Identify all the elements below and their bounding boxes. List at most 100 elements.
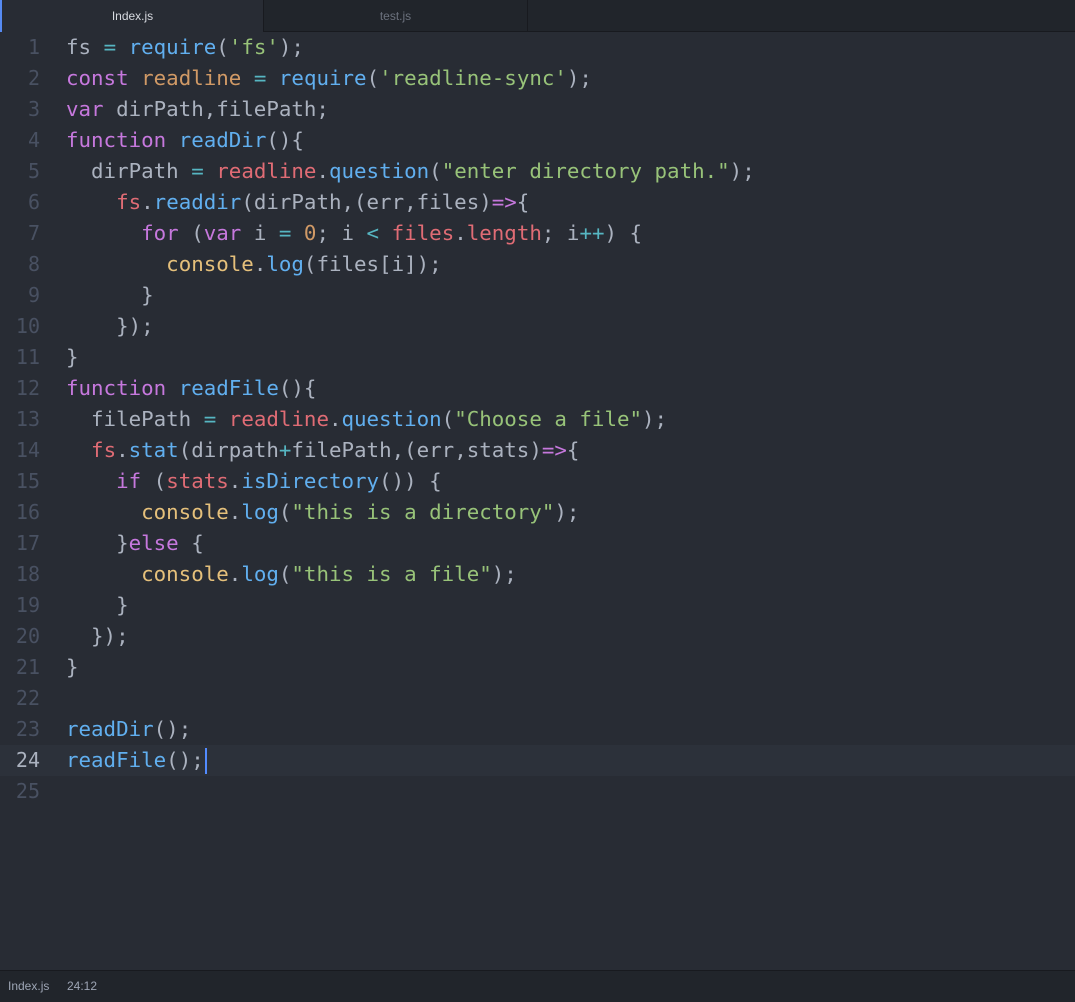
code-line[interactable]: 11} [0,342,1075,373]
code-token: = [103,35,117,59]
code-token: var [66,97,104,121]
code-token: readline [216,159,317,183]
code-token: for [141,221,179,245]
code-line[interactable]: 20 }); [0,621,1075,652]
code-token: } [66,531,129,555]
code-line[interactable]: 16 console.log("this is a directory"); [0,497,1075,528]
code-line[interactable]: 21} [0,652,1075,683]
code-token: log [241,562,279,586]
code-token: }); [66,314,154,338]
code-token: ( [141,469,167,493]
code-token: log [241,500,279,524]
code-token: "this is a directory" [291,500,555,524]
line-code: console.log("this is a file"); [66,559,517,590]
code-token: 'readline-sync' [379,66,567,90]
code-token: isDirectory [241,469,380,493]
line-number: 1 [27,35,40,59]
code-token: { [516,190,530,214]
line-code: readFile(); [66,745,207,776]
code-token: } [66,655,79,679]
status-file-name[interactable]: Index.js [8,971,49,1001]
code-line[interactable]: 18 console.log("this is a file"); [0,559,1075,590]
code-token: readFile [66,748,167,772]
code-line[interactable]: 19 } [0,590,1075,621]
line-number: 13 [15,407,40,431]
code-token: ( [278,562,292,586]
code-token: } [66,593,129,617]
code-line[interactable]: 5 dirPath = readline.question("enter dir… [0,156,1075,187]
code-token: "this is a file" [291,562,492,586]
line-code: } [66,652,79,683]
code-token: . [116,438,129,462]
line-number: 6 [27,190,40,214]
code-line[interactable]: 14 fs.stat(dirpath+filePath,(err,stats)=… [0,435,1075,466]
code-line[interactable]: 17 }else { [0,528,1075,559]
line-number: 19 [15,593,40,617]
code-line[interactable]: 3 var dirPath,filePath; [0,94,1075,125]
code-token: ( [178,221,204,245]
code-token: const [66,66,129,90]
code-line[interactable]: 1 fs = require('fs'); [0,32,1075,63]
code-token: ); [278,35,304,59]
code-line[interactable]: 4 function readDir(){ [0,125,1075,156]
code-line[interactable]: 15 if (stats.isDirectory()) { [0,466,1075,497]
line-code: function readDir(){ [66,125,304,156]
code-token: require [128,35,217,59]
code-line[interactable]: 7 for (var i = 0; i < files.length; i++)… [0,218,1075,249]
code-token: ( [278,500,292,524]
code-line[interactable]: 9 } [0,280,1075,311]
code-line[interactable]: 12 function readFile(){ [0,373,1075,404]
code-token: filePath,(err,stats) [291,438,542,462]
code-token: . [454,221,467,245]
line-code: } [66,342,79,373]
code-token: ; i [316,221,367,245]
code-token: console [141,562,229,586]
code-token: ( [216,35,229,59]
code-token: "enter directory path." [441,159,730,183]
code-token: console [141,500,229,524]
code-line[interactable]: 23 readDir(); [0,714,1075,745]
line-number: 25 [15,779,40,803]
status-cursor-position[interactable]: 24:12 [67,971,97,1001]
code-token: 0 [303,221,317,245]
code-line[interactable]: 24 readFile(); [0,745,1075,776]
code-line[interactable]: 13 filePath = readline.question("Choose … [0,404,1075,435]
code-token: var [203,221,242,245]
line-number: 9 [27,283,40,307]
code-line[interactable]: 2 const readline = require('readline-sync… [0,63,1075,94]
code-token: files [391,221,455,245]
line-number: 12 [15,376,40,400]
code-token: function [66,128,167,152]
code-token: + [278,438,292,462]
code-token: question [341,407,442,431]
code-token: ++ [579,221,605,245]
code-token: readFile [178,376,279,400]
code-token: } [66,345,79,369]
tab-test-js[interactable]: test.js [263,0,528,32]
line-number: 15 [15,469,40,493]
code-token: . [316,159,329,183]
code-token: length [466,221,542,245]
code-editor[interactable]: 1 fs = require('fs'); 2 const readline = re… [0,32,1075,970]
code-token: log [266,252,304,276]
code-token: console [166,252,254,276]
code-line[interactable]: 22 [0,683,1075,714]
code-token: 'fs' [228,35,279,59]
code-line[interactable]: 6 fs.readdir(dirPath,(err,files)=>{ [0,187,1075,218]
line-number: 21 [15,655,40,679]
code-line[interactable]: 8 console.log(files[i]); [0,249,1075,280]
code-token: (){ [278,376,317,400]
line-code: dirPath = readline.question("enter direc… [66,156,755,187]
code-token: ); [729,159,755,183]
code-line[interactable]: 25 [0,776,1075,807]
code-line[interactable]: 10 }); [0,311,1075,342]
line-code: console.log("this is a directory"); [66,497,579,528]
code-token: ; i [541,221,580,245]
code-token: require [278,66,367,90]
tab-index-js[interactable]: Index.js [0,0,263,33]
